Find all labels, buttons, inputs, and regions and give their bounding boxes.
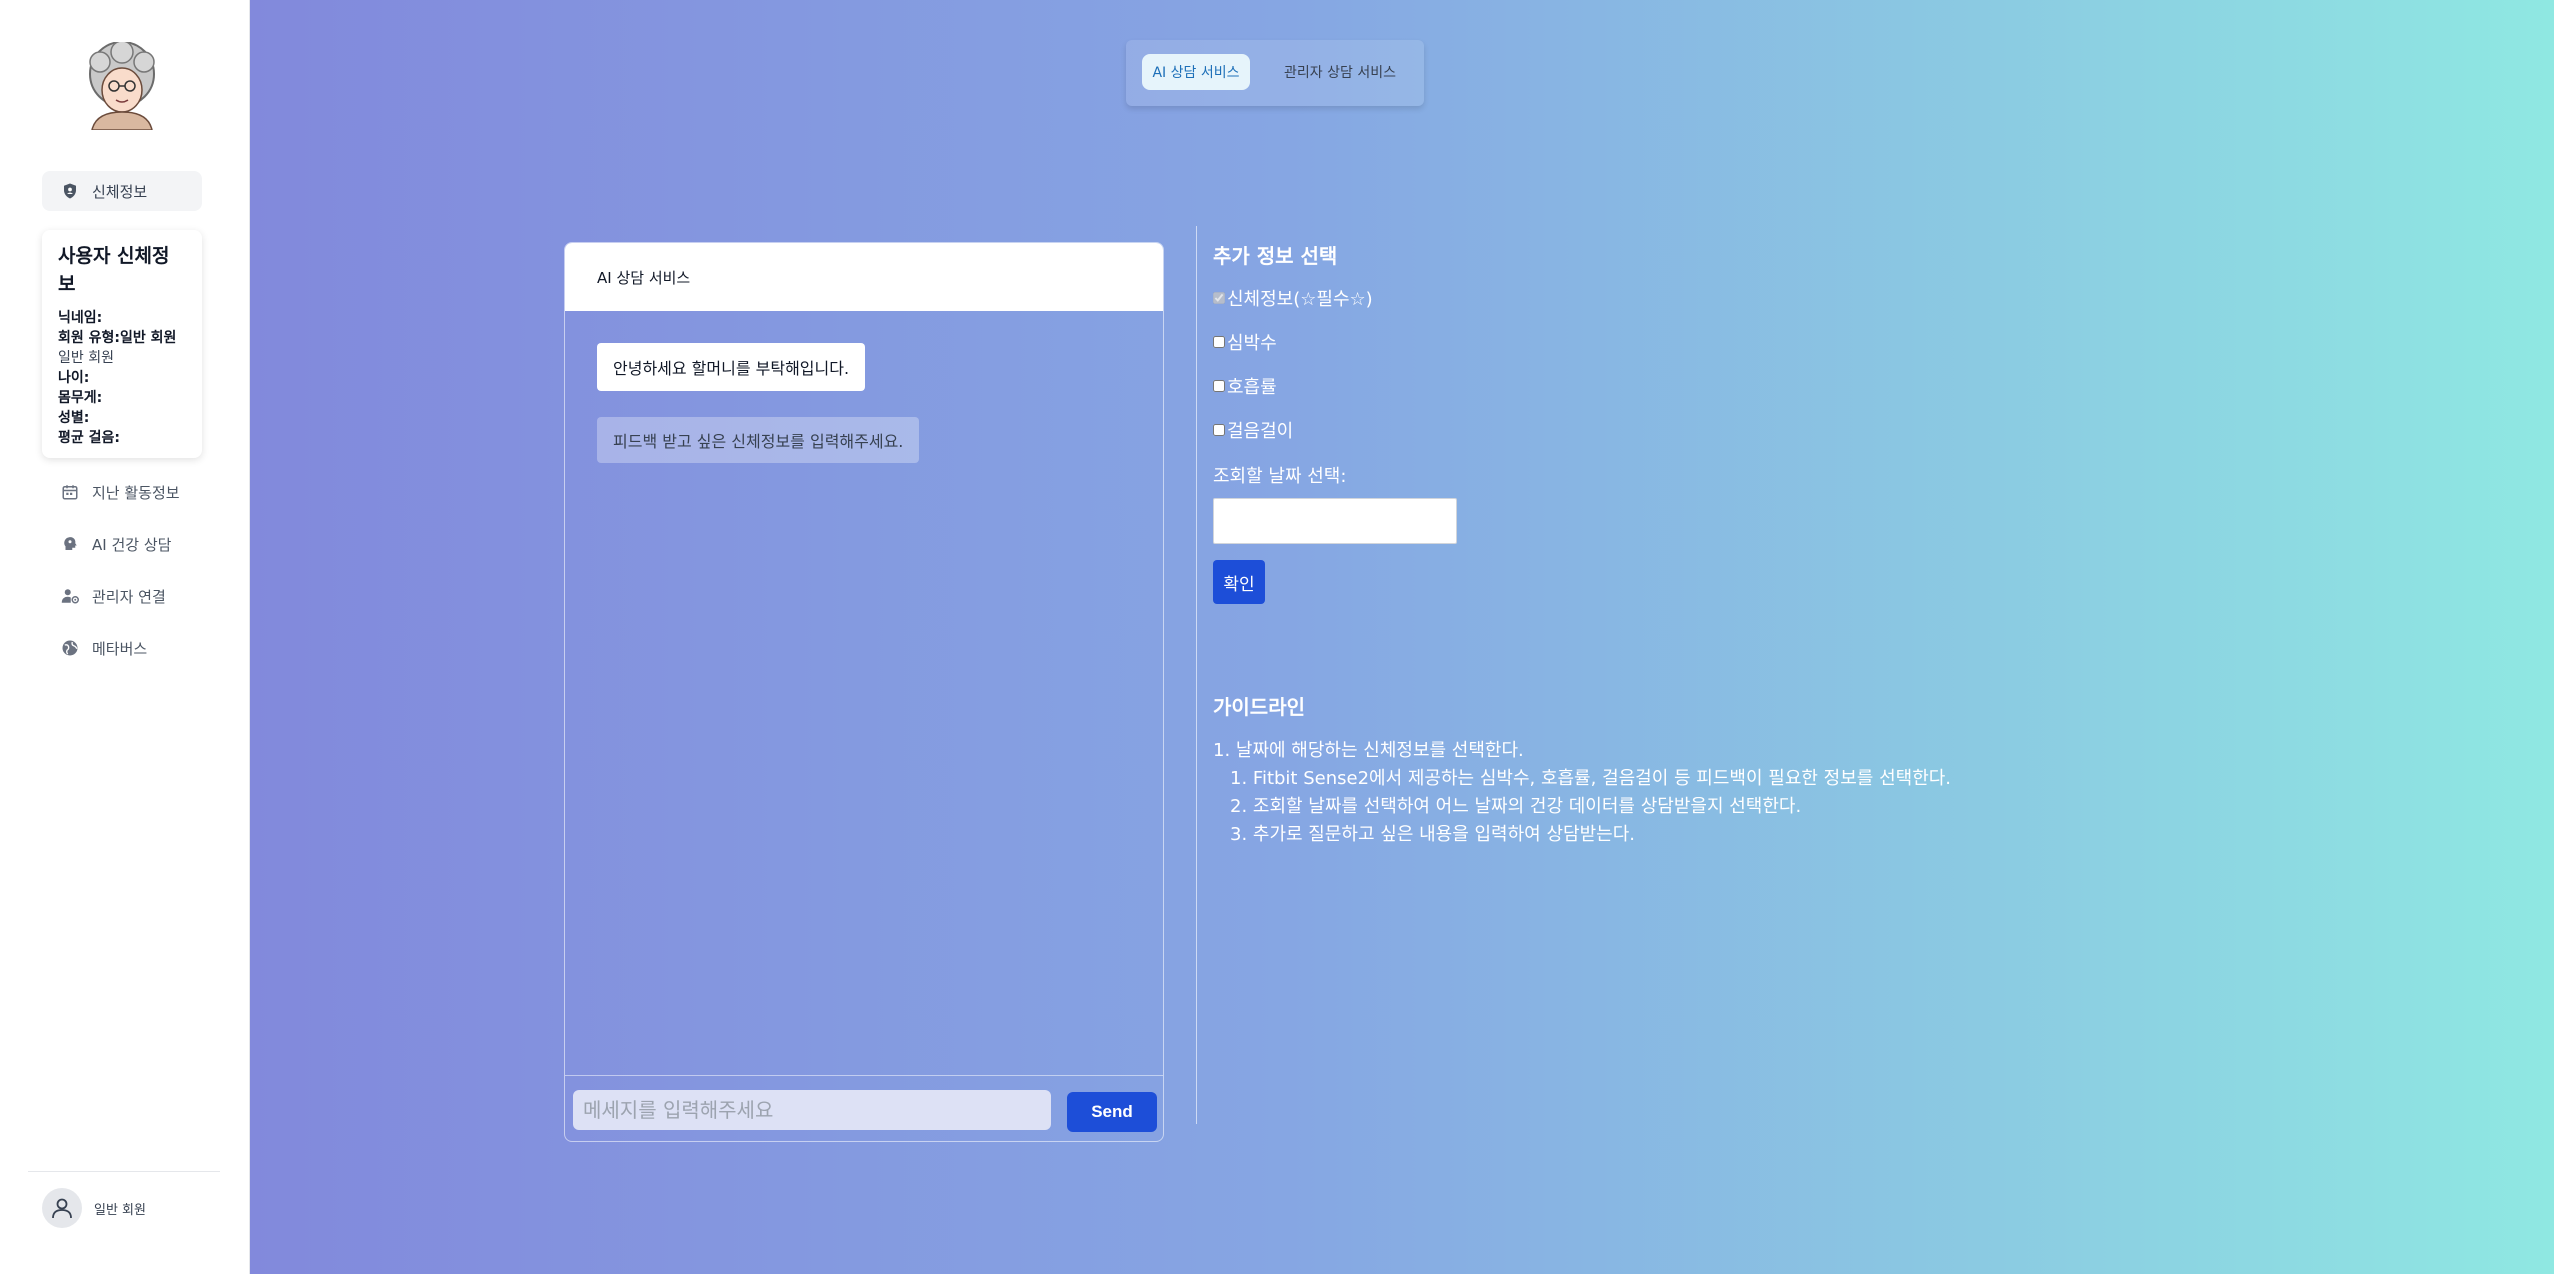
panel-divider — [1196, 226, 1197, 1124]
nav-past-activity-label: 지난 활동정보 — [92, 483, 180, 502]
guideline-step: 2. 조회할 날짜를 선택하여 어느 날짜의 건강 데이터를 상담받을지 선택한… — [1230, 796, 1802, 817]
nav-admin-connect-label: 관리자 연결 — [92, 587, 166, 606]
nav-past-activity[interactable]: 지난 활동정보 — [42, 472, 202, 512]
message-input[interactable] — [573, 1090, 1051, 1130]
date-select-label: 조회할 날짜 선택: — [1213, 466, 1347, 487]
gait-option-label: 걸음걸이 — [1227, 421, 1294, 442]
grandma-avatar — [82, 40, 162, 131]
nav-body-info[interactable]: 신체정보 — [42, 171, 202, 211]
profile-title: 사용자 신체정보 — [58, 245, 170, 295]
chat-composer: Send — [565, 1075, 1163, 1141]
guideline-title: 가이드라인 — [1213, 695, 1305, 719]
body-info-option-label: 신체정보(☆필수☆) — [1227, 289, 1373, 310]
nav-body-info-label: 신체정보 — [92, 182, 148, 201]
member-type-label: 회원 유형: — [58, 330, 120, 346]
nav-ai-health-label: AI 건강 상담 — [92, 535, 172, 554]
ai-head-icon — [60, 534, 80, 554]
weight-label: 몸무게: — [58, 390, 103, 406]
body-info-checkbox[interactable] — [1213, 292, 1225, 304]
checkbox-body-info[interactable]: 신체정보(☆필수☆) — [1213, 285, 1373, 311]
globe-icon — [60, 638, 80, 658]
heart-rate-option-label: 심박수 — [1227, 333, 1277, 354]
calendar-icon — [60, 482, 80, 502]
nickname-label: 닉네임: — [58, 310, 103, 326]
main-area: AI 상담 서비스 관리자 상담 서비스 AI 상담 서비스 안녕하세요 할머니… — [250, 0, 2554, 1274]
chat-message: 피드백 받고 싶은 신체정보를 입력해주세요. — [597, 417, 920, 463]
member-type-value: 일반 회원 — [120, 330, 177, 346]
service-tabs: AI 상담 서비스 관리자 상담 서비스 — [1126, 40, 1424, 106]
tab-ai-service[interactable]: AI 상담 서비스 — [1142, 54, 1250, 90]
member-type-row: 회원 유형:일반 회원 — [58, 328, 186, 348]
respiration-option-label: 호흡률 — [1227, 377, 1277, 398]
gender-label: 성별: — [58, 410, 90, 426]
checkbox-gait[interactable]: 걸음걸이 — [1213, 417, 1293, 443]
sidebar-divider — [28, 1171, 220, 1172]
sidebar: 신체정보 사용자 신체정보 닉네임: 회원 유형:일반 회원 일반 회원 나이:… — [0, 0, 250, 1274]
gait-checkbox[interactable] — [1213, 424, 1225, 436]
chat-message: 안녕하세요 할머니를 부탁해입니다. — [597, 343, 866, 391]
user-icon — [42, 1188, 82, 1228]
chat-panel: AI 상담 서비스 안녕하세요 할머니를 부탁해입니다. 피드백 받고 싶은 신… — [564, 242, 1164, 1142]
nav-metaverse[interactable]: 메타버스 — [42, 628, 202, 668]
guideline-step: 3. 추가로 질문하고 싶은 내용을 입력하여 상담받는다. — [1230, 824, 1635, 845]
tab-admin-service[interactable]: 관리자 상담 서비스 — [1270, 54, 1410, 90]
member-type-extra: 일반 회원 — [58, 350, 114, 366]
send-button[interactable]: Send — [1067, 1092, 1157, 1132]
avg-steps-label: 평균 걸음: — [58, 430, 120, 446]
respiration-checkbox[interactable] — [1213, 380, 1225, 392]
profile-card: 사용자 신체정보 닉네임: 회원 유형:일반 회원 일반 회원 나이: 몸무게:… — [42, 230, 202, 458]
date-input[interactable] — [1213, 498, 1457, 544]
nav-metaverse-label: 메타버스 — [92, 639, 148, 658]
shield-icon — [60, 181, 80, 201]
nav-ai-health[interactable]: AI 건강 상담 — [42, 524, 202, 564]
heart-rate-checkbox[interactable] — [1213, 336, 1225, 348]
confirm-button[interactable]: 확인 — [1213, 560, 1265, 604]
guideline-main: 1. 날짜에 해당하는 신체정보를 선택한다. — [1213, 740, 1524, 761]
checkbox-heart-rate[interactable]: 심박수 — [1213, 329, 1277, 355]
footer-username: 일반 회원 — [94, 1202, 146, 1218]
checkbox-respiration[interactable]: 호흡률 — [1213, 373, 1277, 399]
user-gear-icon — [60, 586, 80, 606]
nav-admin-connect[interactable]: 관리자 연결 — [42, 576, 202, 616]
user-footer[interactable]: 일반 회원 — [42, 1188, 146, 1228]
extra-info-title: 추가 정보 선택 — [1213, 244, 1338, 268]
guideline-step: 1. Fitbit Sense2에서 제공하는 심박수, 호흡률, 걸음걸이 등… — [1230, 768, 1952, 789]
age-label: 나이: — [58, 370, 90, 386]
chat-header: AI 상담 서비스 — [565, 243, 1163, 311]
